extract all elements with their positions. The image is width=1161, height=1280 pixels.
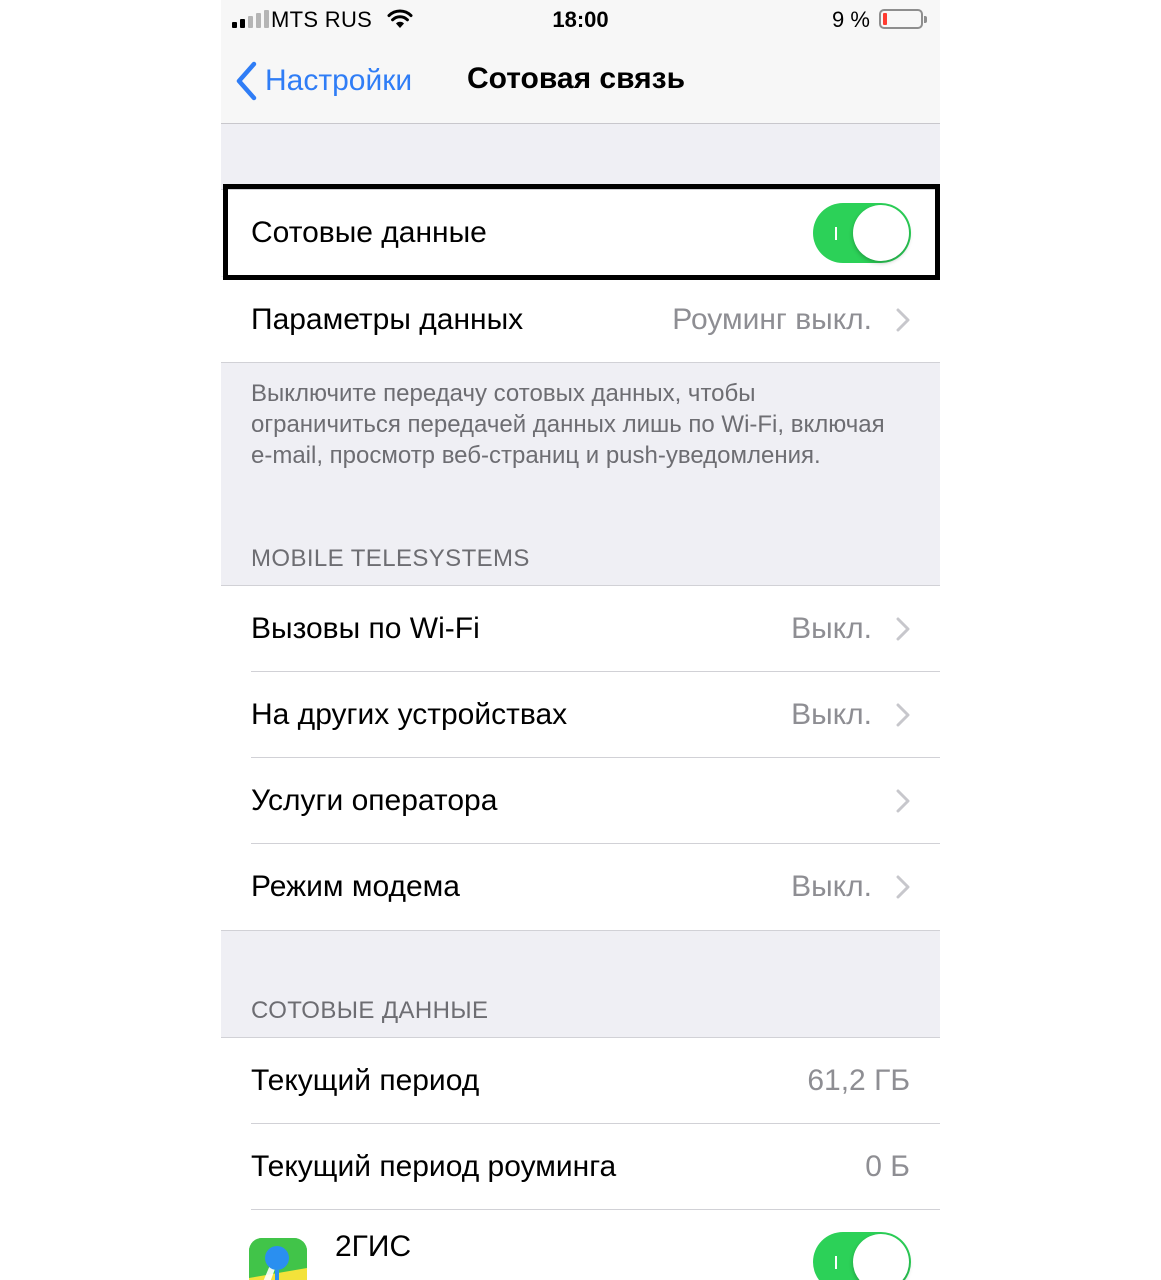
other-devices-label: На других устройствах <box>251 698 568 731</box>
data-options-row[interactable]: Параметры данных Роуминг выкл. <box>221 277 940 363</box>
chevron-right-icon <box>896 875 910 899</box>
carrier-services-label: Услуги оператора <box>251 784 498 817</box>
personal-hotspot-value: Выкл. <box>791 870 872 903</box>
app-row-2gis: 2ГИС <box>221 1210 940 1280</box>
battery-icon <box>879 9 927 29</box>
current-period-value: 61,2 ГБ <box>807 1064 910 1097</box>
chevron-right-icon <box>896 617 910 641</box>
chevron-right-icon <box>896 703 910 727</box>
status-bar: MTS RUS 18:00 9 % <box>221 0 940 40</box>
cellular-data-label: Сотовые данные <box>251 216 487 249</box>
roaming-period-label: Текущий период роуминга <box>251 1150 617 1183</box>
current-period-label: Текущий период <box>251 1064 480 1097</box>
current-period-row: Текущий период 61,2 ГБ <box>221 1038 940 1124</box>
personal-hotspot-row[interactable]: Режим модема Выкл. <box>221 844 940 930</box>
cellular-data-row: Сотовые данные <box>221 190 940 276</box>
chevron-right-icon <box>896 789 910 813</box>
wifi-calling-row[interactable]: Вызовы по Wi-Fi Выкл. <box>221 586 940 672</box>
usage-section-header: СОТОВЫЕ ДАННЫЕ <box>251 997 489 1024</box>
app-cellular-toggle[interactable] <box>813 1232 911 1280</box>
wifi-calling-label: Вызовы по Wi-Fi <box>251 612 480 645</box>
roaming-period-row: Текущий период роуминга 0 Б <box>221 1124 940 1210</box>
chevron-left-icon <box>236 61 257 101</box>
page-title: Сотовая связь <box>467 62 686 95</box>
2gis-app-icon <box>249 1238 307 1280</box>
back-button[interactable]: Настройки <box>235 58 412 104</box>
other-devices-row[interactable]: На других устройствах Выкл. <box>221 672 940 758</box>
navigation-bar: MTS RUS 18:00 9 % Настройки Сотовая связ… <box>221 0 940 124</box>
divider <box>221 930 940 931</box>
app-name: 2ГИС <box>335 1230 412 1263</box>
data-options-label: Параметры данных <box>251 303 524 336</box>
roaming-period-value: 0 Б <box>865 1150 910 1183</box>
personal-hotspot-label: Режим модема <box>251 870 460 903</box>
cellular-data-footer-note: Выключите передачу сотовых данных, чтобы… <box>251 380 885 469</box>
divider <box>221 362 940 363</box>
wifi-calling-value: Выкл. <box>791 612 872 645</box>
other-devices-value: Выкл. <box>791 698 872 731</box>
carrier-section-header: MOBILE TELESYSTEMS <box>251 545 530 572</box>
back-button-label: Настройки <box>265 64 413 97</box>
chevron-right-icon <box>896 308 910 332</box>
carrier-services-row[interactable]: Услуги оператора <box>221 758 940 844</box>
settings-screen: MTS RUS 18:00 9 % Настройки Сотовая связ… <box>221 0 940 1280</box>
cellular-data-toggle[interactable] <box>813 203 911 263</box>
data-options-value: Роуминг выкл. <box>672 303 872 336</box>
battery-percentage: 9 % <box>832 7 870 32</box>
